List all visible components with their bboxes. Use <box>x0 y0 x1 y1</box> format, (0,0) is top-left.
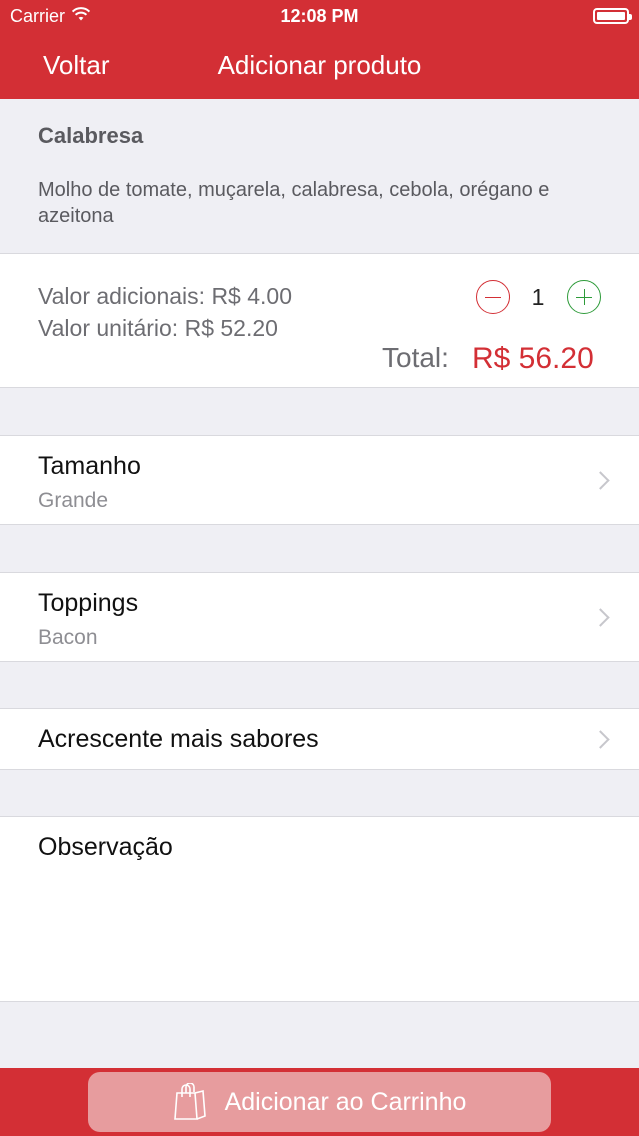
addons-value: Valor adicionais: R$ 4.00 <box>38 283 292 309</box>
add-flavors-row[interactable]: Acrescente mais sabores <box>0 708 639 770</box>
chevron-right-icon <box>591 730 610 749</box>
plus-circle-icon[interactable] <box>567 280 601 314</box>
add-to-cart-button[interactable]: Adicionar ao Carrinho <box>88 1072 551 1132</box>
size-option-title: Tamanho <box>38 452 141 480</box>
chevron-right-icon <box>591 471 610 490</box>
product-name: Calabresa <box>38 123 144 148</box>
product-description: Molho de tomate, muçarela, calabresa, ce… <box>38 179 550 227</box>
notes-field[interactable]: Observação <box>0 816 639 1002</box>
status-time: 12:08 PM <box>280 6 359 26</box>
size-option-value: Grande <box>38 489 109 512</box>
product-info: Calabresa Molho de tomate, muçarela, cal… <box>0 99 639 253</box>
total-value: R$ 56.20 <box>472 342 594 375</box>
footer-bar: Adicionar ao Carrinho <box>0 1068 639 1136</box>
quantity-value: 1 <box>531 284 545 310</box>
toppings-option-row[interactable]: Toppings Bacon <box>0 572 639 662</box>
add-flavors-title: Acrescente mais sabores <box>38 725 319 753</box>
battery-icon <box>593 8 632 24</box>
size-option-row[interactable]: Tamanho Grande <box>0 435 639 525</box>
notes-title: Observação <box>38 833 173 861</box>
toppings-option-title: Toppings <box>38 589 139 617</box>
price-summary: Valor adicionais: R$ 4.00 Valor unitário… <box>0 253 639 388</box>
navigation-header: Carrier 12:08 PM Voltar Adicionar produt… <box>0 0 639 99</box>
unit-value: Valor unitário: R$ 52.20 <box>38 315 278 341</box>
add-to-cart-label: Adicionar ao Carrinho <box>224 1087 467 1116</box>
total-label: Total: <box>382 342 449 373</box>
chevron-right-icon <box>591 608 610 627</box>
shopping-bag-icon <box>173 1083 207 1121</box>
status-bar: Carrier 12:08 PM <box>0 0 639 32</box>
minus-circle-icon[interactable] <box>476 280 510 314</box>
toppings-option-value: Bacon <box>38 626 98 649</box>
page-title: Adicionar produto <box>217 50 422 80</box>
